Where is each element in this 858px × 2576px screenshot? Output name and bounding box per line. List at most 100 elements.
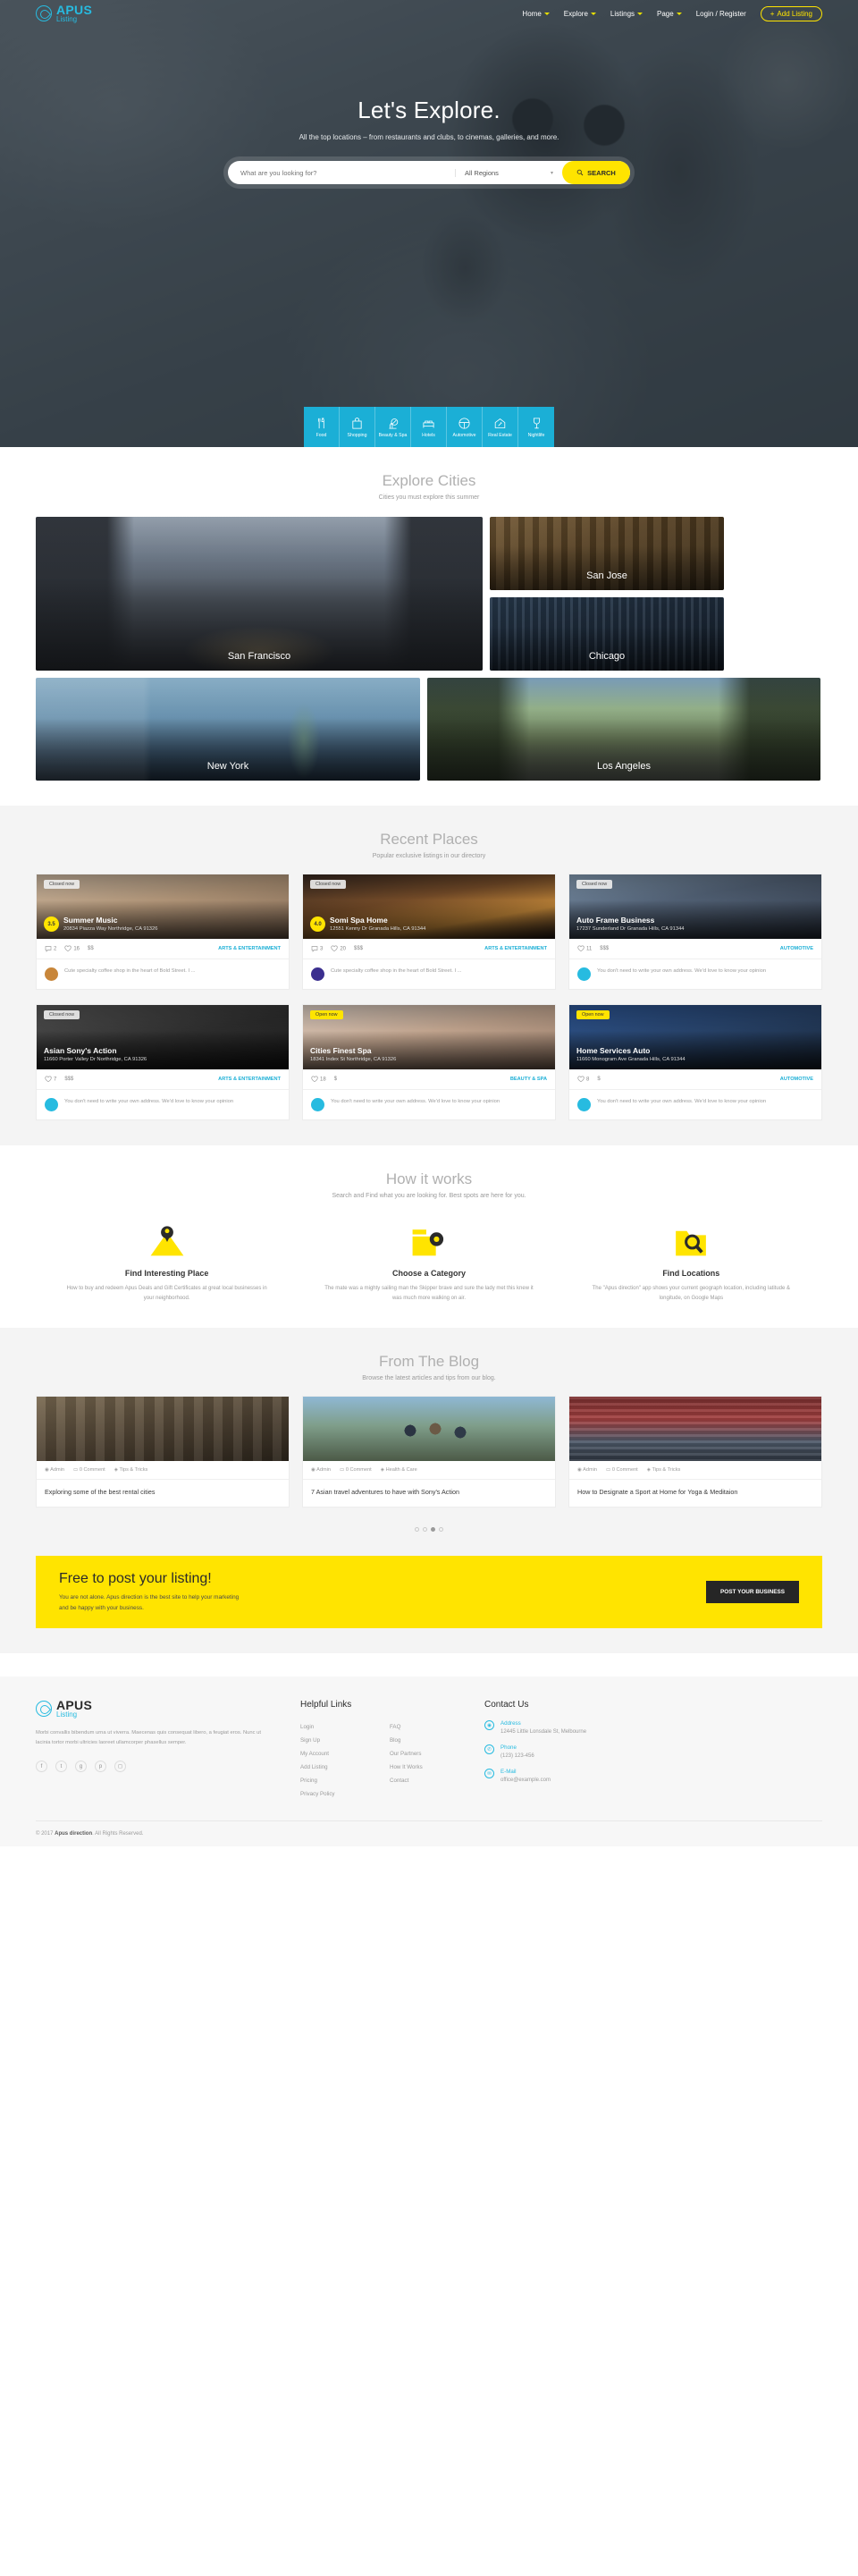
footer-link[interactable]: Contact xyxy=(390,1774,461,1787)
nav-item-explore[interactable]: Explore xyxy=(564,10,596,18)
category-tile-hotels[interactable]: Hotels xyxy=(411,407,447,447)
blog-tag[interactable]: ◈ Health & Care xyxy=(381,1467,417,1473)
contact-value[interactable]: office@example.com xyxy=(500,1778,551,1783)
carousel-dot[interactable] xyxy=(439,1527,443,1532)
blog-card[interactable]: ◉ Admin ▭ 0 Comment ◈ Tips & Tricks How … xyxy=(568,1396,822,1508)
category-tile-food[interactable]: Food xyxy=(304,407,340,447)
listing-card[interactable]: Closed now 3.5 Summer Music 20834 Piazza… xyxy=(36,874,290,990)
listing-category[interactable]: BEAUTY & SPA xyxy=(510,1077,547,1082)
nav-item-page[interactable]: Page xyxy=(657,10,682,18)
status-badge: Open now xyxy=(576,1010,610,1019)
blog-tag[interactable]: ◈ Tips & Tricks xyxy=(647,1467,681,1473)
region-select[interactable]: All Regions ▾ xyxy=(455,168,562,177)
footer-link[interactable]: Privacy Policy xyxy=(300,1787,372,1801)
footer-link[interactable]: My Account xyxy=(300,1747,372,1761)
comment-text: Cute specialty coffee shop in the heart … xyxy=(331,968,462,974)
listing-category[interactable]: AUTOMOTIVE xyxy=(780,946,813,951)
section-subtitle: Popular exclusive listings in our direct… xyxy=(372,853,486,859)
contact-value[interactable]: 12445 Little Lonsdale St, Melbourne xyxy=(500,1729,586,1735)
category-tile-automotive[interactable]: Automotive xyxy=(447,407,483,447)
footer-link[interactable]: FAQ xyxy=(390,1720,461,1734)
carousel-dot[interactable] xyxy=(431,1527,435,1532)
blog-title[interactable]: 7 Asian travel adventures to have with S… xyxy=(303,1480,555,1507)
blog-title[interactable]: Exploring some of the best rental cities xyxy=(37,1480,289,1507)
listing-card[interactable]: Closed now Asian Sony's Action 11660 Por… xyxy=(36,1004,290,1120)
blog-card[interactable]: ◉ Admin ▭ 0 Comment ◈ Health & Care 7 As… xyxy=(302,1396,556,1508)
post-your-business-button[interactable]: POST YOUR BUSINESS xyxy=(706,1581,799,1604)
listing-comment: You don't need to write your own address… xyxy=(37,1090,289,1119)
city-card-san-jose[interactable]: San Jose xyxy=(490,517,724,590)
listing-card[interactable]: Closed now Auto Frame Business 17237 Sun… xyxy=(568,874,822,990)
status-badge: Open now xyxy=(310,1010,343,1019)
listing-category[interactable]: ARTS & ENTERTAINMENT xyxy=(218,1077,281,1082)
listing-title: Home Services Auto xyxy=(576,1046,651,1055)
comment-text: You don't need to write your own address… xyxy=(597,1099,767,1104)
listing-category[interactable]: ARTS & ENTERTAINMENT xyxy=(218,946,281,951)
listing-card[interactable]: Closed now 4.0 Somi Spa Home 12551 Kenny… xyxy=(302,874,556,990)
section-title: From The Blog xyxy=(378,1353,480,1370)
nav-item-listings[interactable]: Listings xyxy=(610,10,644,18)
blog-section: From The Blog Browse the latest articles… xyxy=(0,1328,858,1654)
like-count[interactable]: 7 xyxy=(45,1076,56,1083)
social-links: f t g p ◻ xyxy=(36,1761,277,1773)
footer-link[interactable]: Pricing xyxy=(300,1774,372,1787)
price-level: $$$ xyxy=(64,1077,74,1082)
google-plus-icon[interactable]: g xyxy=(75,1761,87,1773)
category-tile-real-estate[interactable]: Real Estate xyxy=(483,407,518,447)
status-badge: Closed now xyxy=(576,880,613,889)
like-count[interactable]: 20 xyxy=(331,945,346,952)
category-tile-beauty-spa[interactable]: Beauty & Spa xyxy=(375,407,411,447)
footer-link[interactable]: Add Listing xyxy=(300,1761,372,1774)
listing-category[interactable]: ARTS & ENTERTAINMENT xyxy=(484,946,547,951)
listing-card[interactable]: Open now Cities Finest Spa 18341 Index S… xyxy=(302,1004,556,1120)
category-tile-shopping[interactable]: Shopping xyxy=(340,407,375,447)
contact-label: Address xyxy=(500,1720,521,1727)
add-listing-button[interactable]: + Add Listing xyxy=(760,5,822,21)
how-step-text: The mate was a mighty sailing man the Sk… xyxy=(324,1286,534,1301)
carousel-dot[interactable] xyxy=(423,1527,427,1532)
footer-link[interactable]: How It Works xyxy=(390,1761,461,1774)
copyright-post: . All Rights Reserved. xyxy=(92,1831,144,1837)
contact-value[interactable]: (123) 123-456 xyxy=(500,1753,534,1759)
site-logo[interactable]: APUS Listing xyxy=(36,4,92,22)
twitter-icon[interactable]: t xyxy=(55,1761,67,1773)
blog-card[interactable]: ◉ Admin ▭ 0 Comment ◈ Tips & Tricks Expl… xyxy=(36,1396,290,1508)
city-card-san-francisco[interactable]: San Francisco xyxy=(36,517,483,671)
listing-category[interactable]: AUTOMOTIVE xyxy=(780,1077,813,1082)
blog-tag[interactable]: ◈ Tips & Tricks xyxy=(114,1467,148,1473)
search-input[interactable] xyxy=(228,168,455,177)
like-count[interactable]: 8 xyxy=(577,1076,589,1083)
carousel-dot[interactable] xyxy=(415,1527,419,1532)
search-button[interactable]: SEARCH xyxy=(562,161,630,184)
footer-link[interactable]: Sign Up xyxy=(300,1734,372,1747)
footer-logo[interactable]: APUS Listing xyxy=(36,1699,277,1719)
listing-address: 11660 Porter Valley Dr Northridge, CA 91… xyxy=(44,1057,147,1062)
footer-link[interactable]: Blog xyxy=(390,1734,461,1747)
comment-text: Cute specialty coffee shop in the heart … xyxy=(64,968,196,974)
price-level: $$ xyxy=(88,946,94,951)
copyright-brand: Apus direction xyxy=(55,1831,93,1837)
nav-item-login-register[interactable]: Login / Register xyxy=(696,10,746,18)
like-count[interactable]: 16 xyxy=(64,945,80,952)
blog-title[interactable]: How to Designate a Sport at Home for Yog… xyxy=(569,1480,821,1507)
compass-icon xyxy=(36,4,52,21)
fork-knife-icon xyxy=(317,417,324,428)
listing-title: Cities Finest Spa xyxy=(310,1046,372,1055)
footer-link[interactable]: Login xyxy=(300,1720,372,1734)
like-count[interactable]: 18 xyxy=(311,1076,326,1083)
shopping-bag-icon xyxy=(352,417,362,429)
instagram-icon[interactable]: ◻ xyxy=(114,1761,126,1773)
nav-item-home[interactable]: Home xyxy=(522,10,550,18)
footer-link[interactable]: Our Partners xyxy=(390,1747,461,1761)
price-level: $ xyxy=(333,1077,338,1082)
listing-card[interactable]: Open now Home Services Auto 11660 Monogr… xyxy=(568,1004,822,1120)
city-card-chicago[interactable]: Chicago xyxy=(490,597,724,671)
pinterest-icon[interactable]: p xyxy=(95,1761,106,1773)
city-card-los-angeles[interactable]: Los Angeles xyxy=(427,678,820,781)
category-tile-nightlife[interactable]: Nightlife xyxy=(518,407,554,447)
city-card-new-york[interactable]: New York xyxy=(36,678,420,781)
like-count[interactable]: 11 xyxy=(577,945,592,952)
listing-address: 12551 Kenny Dr Granada Hills, CA 91344 xyxy=(330,926,426,932)
facebook-icon[interactable]: f xyxy=(36,1761,47,1773)
listing-image: Open now Home Services Auto 11660 Monogr… xyxy=(569,1005,821,1069)
